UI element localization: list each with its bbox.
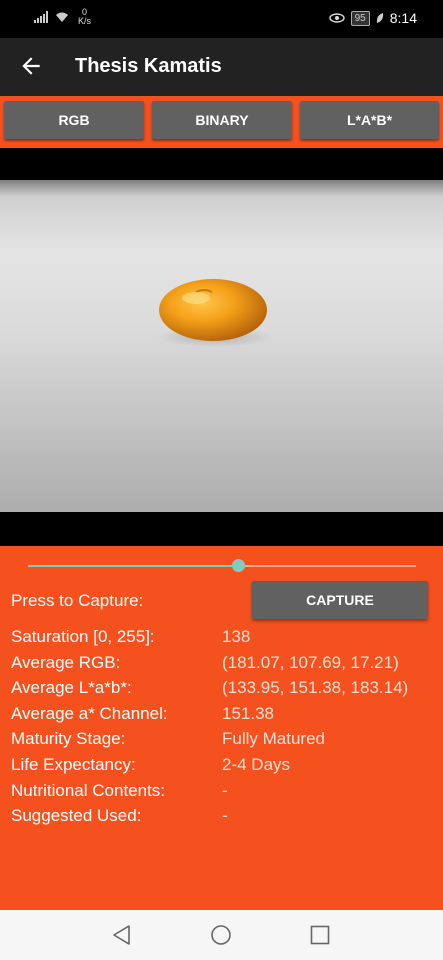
capture-prompt: Press to Capture:: [11, 591, 144, 610]
clock: 8:14: [389, 10, 417, 26]
life-expectancy-label: Life Expectancy:: [11, 754, 136, 774]
status-right: 95 8:14: [328, 10, 417, 26]
average-rgb-label: Average RGB:: [11, 652, 121, 672]
circle-home-icon[interactable]: [209, 923, 233, 947]
average-lab-value: (133.95, 151.38, 183.14): [222, 678, 409, 698]
nutritional-contents-label: Nutritional Contents:: [11, 780, 166, 800]
capture-button[interactable]: CAPTURE: [252, 581, 428, 619]
eye-comfort-icon: [328, 13, 345, 23]
nutritional-contents-value: -: [222, 780, 228, 800]
signal-icon: [34, 11, 48, 23]
battery-level: 95: [350, 10, 370, 26]
suggested-used-value: -: [222, 806, 228, 826]
average-lab-label: Average L*a*b*:: [11, 678, 132, 698]
leaf-icon: [376, 13, 383, 23]
result-row: Average RGB: (181.07, 107.69, 17.21): [11, 653, 441, 679]
status-left: 0 K/s: [34, 8, 91, 26]
camera-view: [0, 148, 443, 546]
network-speed-unit: K/s: [78, 16, 92, 26]
average-a-channel-value: 151.38: [222, 703, 274, 723]
suggested-used-label: Suggested Used:: [11, 806, 142, 826]
maturity-stage-value: Fully Matured: [222, 729, 325, 749]
arrow-left-icon[interactable]: [18, 53, 44, 79]
life-expectancy-value: 2-4 Days: [222, 754, 291, 774]
camera-preview[interactable]: [0, 180, 443, 512]
slider-thumb[interactable]: [231, 559, 245, 572]
system-nav-bar: [0, 910, 443, 960]
page-title: Thesis Kamatis: [75, 55, 222, 77]
result-row: Average L*a*b*: (133.95, 151.38, 183.14): [11, 678, 441, 704]
average-a-channel-label: Average a* Channel:: [11, 703, 168, 723]
slider-fill: [28, 565, 238, 567]
threshold-slider[interactable]: [28, 559, 416, 572]
result-row: Life Expectancy: 2-4 Days: [11, 755, 441, 781]
result-row: Saturation [0, 255]: 138: [11, 627, 441, 653]
mode-tab-bar: RGB BINARY L*A*B*: [0, 96, 443, 148]
saturation-label: Saturation [0, 255]:: [11, 627, 155, 646]
square-recent-icon[interactable]: [308, 923, 332, 947]
tab-binary[interactable]: BINARY: [152, 101, 292, 139]
average-rgb-value: (181.07, 107.69, 17.21): [222, 652, 399, 672]
results-panel: Press to Capture: CAPTURE Saturation [0,…: [0, 546, 443, 910]
wifi-icon: [56, 12, 68, 22]
result-row: Nutritional Contents: -: [11, 781, 441, 807]
maturity-stage-label: Maturity Stage:: [11, 729, 126, 749]
result-list: Saturation [0, 255]: 138 Average RGB: (1…: [11, 627, 441, 832]
saturation-value: 138: [222, 627, 251, 646]
app-bar: Thesis Kamatis: [0, 38, 443, 96]
tab-lab[interactable]: L*A*B*: [300, 101, 439, 139]
result-row: Suggested Used: -: [11, 806, 441, 832]
result-row: Maturity Stage: Fully Matured: [11, 729, 441, 755]
tomato-image: [0, 180, 443, 512]
status-bar: 0 K/s 95 8:14: [0, 0, 443, 38]
tab-rgb[interactable]: RGB: [4, 101, 144, 139]
triangle-back-icon[interactable]: [110, 923, 134, 947]
result-row: Average a* Channel: 151.38: [11, 704, 441, 730]
network-speed: 0 K/s: [78, 8, 91, 26]
